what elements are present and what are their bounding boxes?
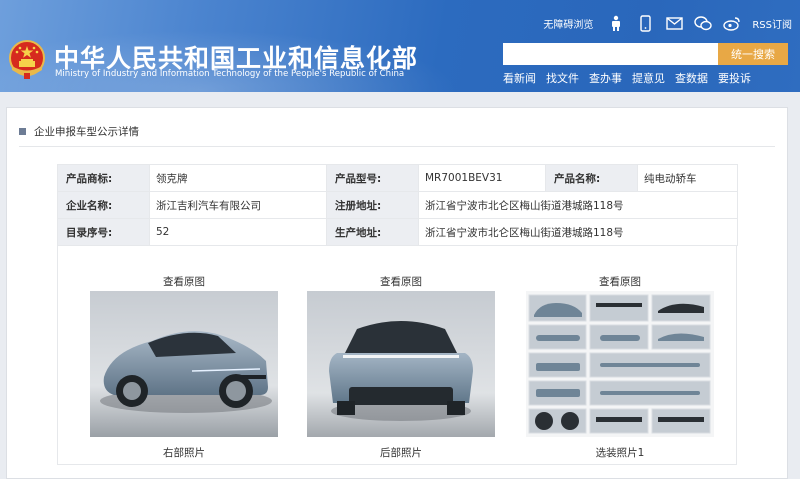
optional-equipment-photo[interactable] bbox=[526, 291, 714, 437]
weibo-icon[interactable] bbox=[723, 14, 741, 32]
photo-card-right: 查看原图 右部照片 bbox=[90, 245, 278, 459]
photo-gallery: 查看原图 右部照片 查看原图 后部照片 查看原图 选装照片1 bbox=[57, 245, 737, 465]
detail-panel: 企业申报车型公示详情 产品商标: 领克牌 产品型号: MR7001BEV31 产… bbox=[6, 107, 788, 479]
section-header: 企业申报车型公示详情 bbox=[19, 124, 139, 139]
search-button[interactable]: 统一搜索 bbox=[718, 43, 788, 65]
catalog-number-label: 目录序号: bbox=[57, 218, 150, 246]
nav-news[interactable]: 看新闻 bbox=[503, 70, 536, 86]
rss-link[interactable]: RSS订阅 bbox=[752, 16, 792, 31]
vehicle-info-table: 产品商标: 领克牌 产品型号: MR7001BEV31 产品名称: 纯电动轿车 … bbox=[57, 164, 738, 246]
photo-card-optional: 查看原图 选装照片1 bbox=[526, 245, 714, 459]
model-label: 产品型号: bbox=[326, 164, 419, 192]
table-row: 产品商标: 领克牌 产品型号: MR7001BEV31 产品名称: 纯电动轿车 bbox=[57, 164, 738, 192]
main-nav: 看新闻 找文件 查办事 提意见 查数据 要投诉 bbox=[503, 70, 761, 86]
site-header: 中华人民共和国工业和信息化部 Ministry of Industry and … bbox=[0, 0, 800, 92]
photo-card-rear: 查看原图 后部照片 bbox=[307, 245, 495, 459]
production-address-label: 生产地址: bbox=[326, 218, 419, 246]
company-value: 浙江吉利汽车有限公司 bbox=[149, 191, 327, 219]
registered-address-label: 注册地址: bbox=[326, 191, 419, 219]
section-title: 企业申报车型公示详情 bbox=[34, 126, 139, 138]
photo-caption: 右部照片 bbox=[163, 447, 205, 459]
accessibility-icon[interactable] bbox=[607, 14, 625, 32]
top-utility-bar: 无障碍浏览 RSS订阅 bbox=[543, 12, 792, 34]
product-name-value: 纯电动轿车 bbox=[637, 164, 738, 192]
table-row: 目录序号: 52 生产地址: 浙江省宁波市北仑区梅山街道港城路118号 bbox=[57, 218, 738, 246]
search-input[interactable] bbox=[503, 43, 718, 65]
nav-complaint[interactable]: 要投诉 bbox=[718, 70, 751, 86]
production-address-value: 浙江省宁波市北仑区梅山街道港城路118号 bbox=[418, 218, 738, 246]
nav-data[interactable]: 查数据 bbox=[675, 70, 708, 86]
nav-feedback[interactable]: 提意见 bbox=[632, 70, 665, 86]
catalog-number-value: 52 bbox=[149, 218, 327, 246]
mail-icon[interactable] bbox=[665, 14, 683, 32]
section-divider bbox=[19, 146, 775, 147]
photo-caption: 后部照片 bbox=[380, 447, 422, 459]
national-emblem-icon[interactable] bbox=[7, 39, 47, 81]
mobile-icon[interactable] bbox=[636, 14, 654, 32]
nav-files[interactable]: 找文件 bbox=[546, 70, 579, 86]
accessibility-link[interactable]: 无障碍浏览 bbox=[543, 16, 593, 31]
section-bullet-icon bbox=[19, 128, 26, 135]
product-name-label: 产品名称: bbox=[545, 164, 638, 192]
table-row: 企业名称: 浙江吉利汽车有限公司 注册地址: 浙江省宁波市北仑区梅山街道港城路1… bbox=[57, 191, 738, 219]
nav-services[interactable]: 查办事 bbox=[589, 70, 622, 86]
view-original-link[interactable]: 查看原图 bbox=[90, 274, 278, 288]
company-label: 企业名称: bbox=[57, 191, 150, 219]
right-side-photo[interactable] bbox=[90, 291, 278, 437]
view-original-link[interactable]: 查看原图 bbox=[526, 274, 714, 288]
rear-photo[interactable] bbox=[307, 291, 495, 437]
view-original-link[interactable]: 查看原图 bbox=[307, 274, 495, 288]
brand-label: 产品商标: bbox=[57, 164, 150, 192]
wechat-icon[interactable] bbox=[694, 14, 713, 32]
registered-address-value: 浙江省宁波市北仑区梅山街道港城路118号 bbox=[418, 191, 738, 219]
brand-value: 领克牌 bbox=[149, 164, 327, 192]
model-value: MR7001BEV31 bbox=[418, 164, 546, 192]
site-title-english: Ministry of Industry and Information Tec… bbox=[55, 69, 405, 79]
photo-caption: 选装照片1 bbox=[595, 447, 645, 459]
